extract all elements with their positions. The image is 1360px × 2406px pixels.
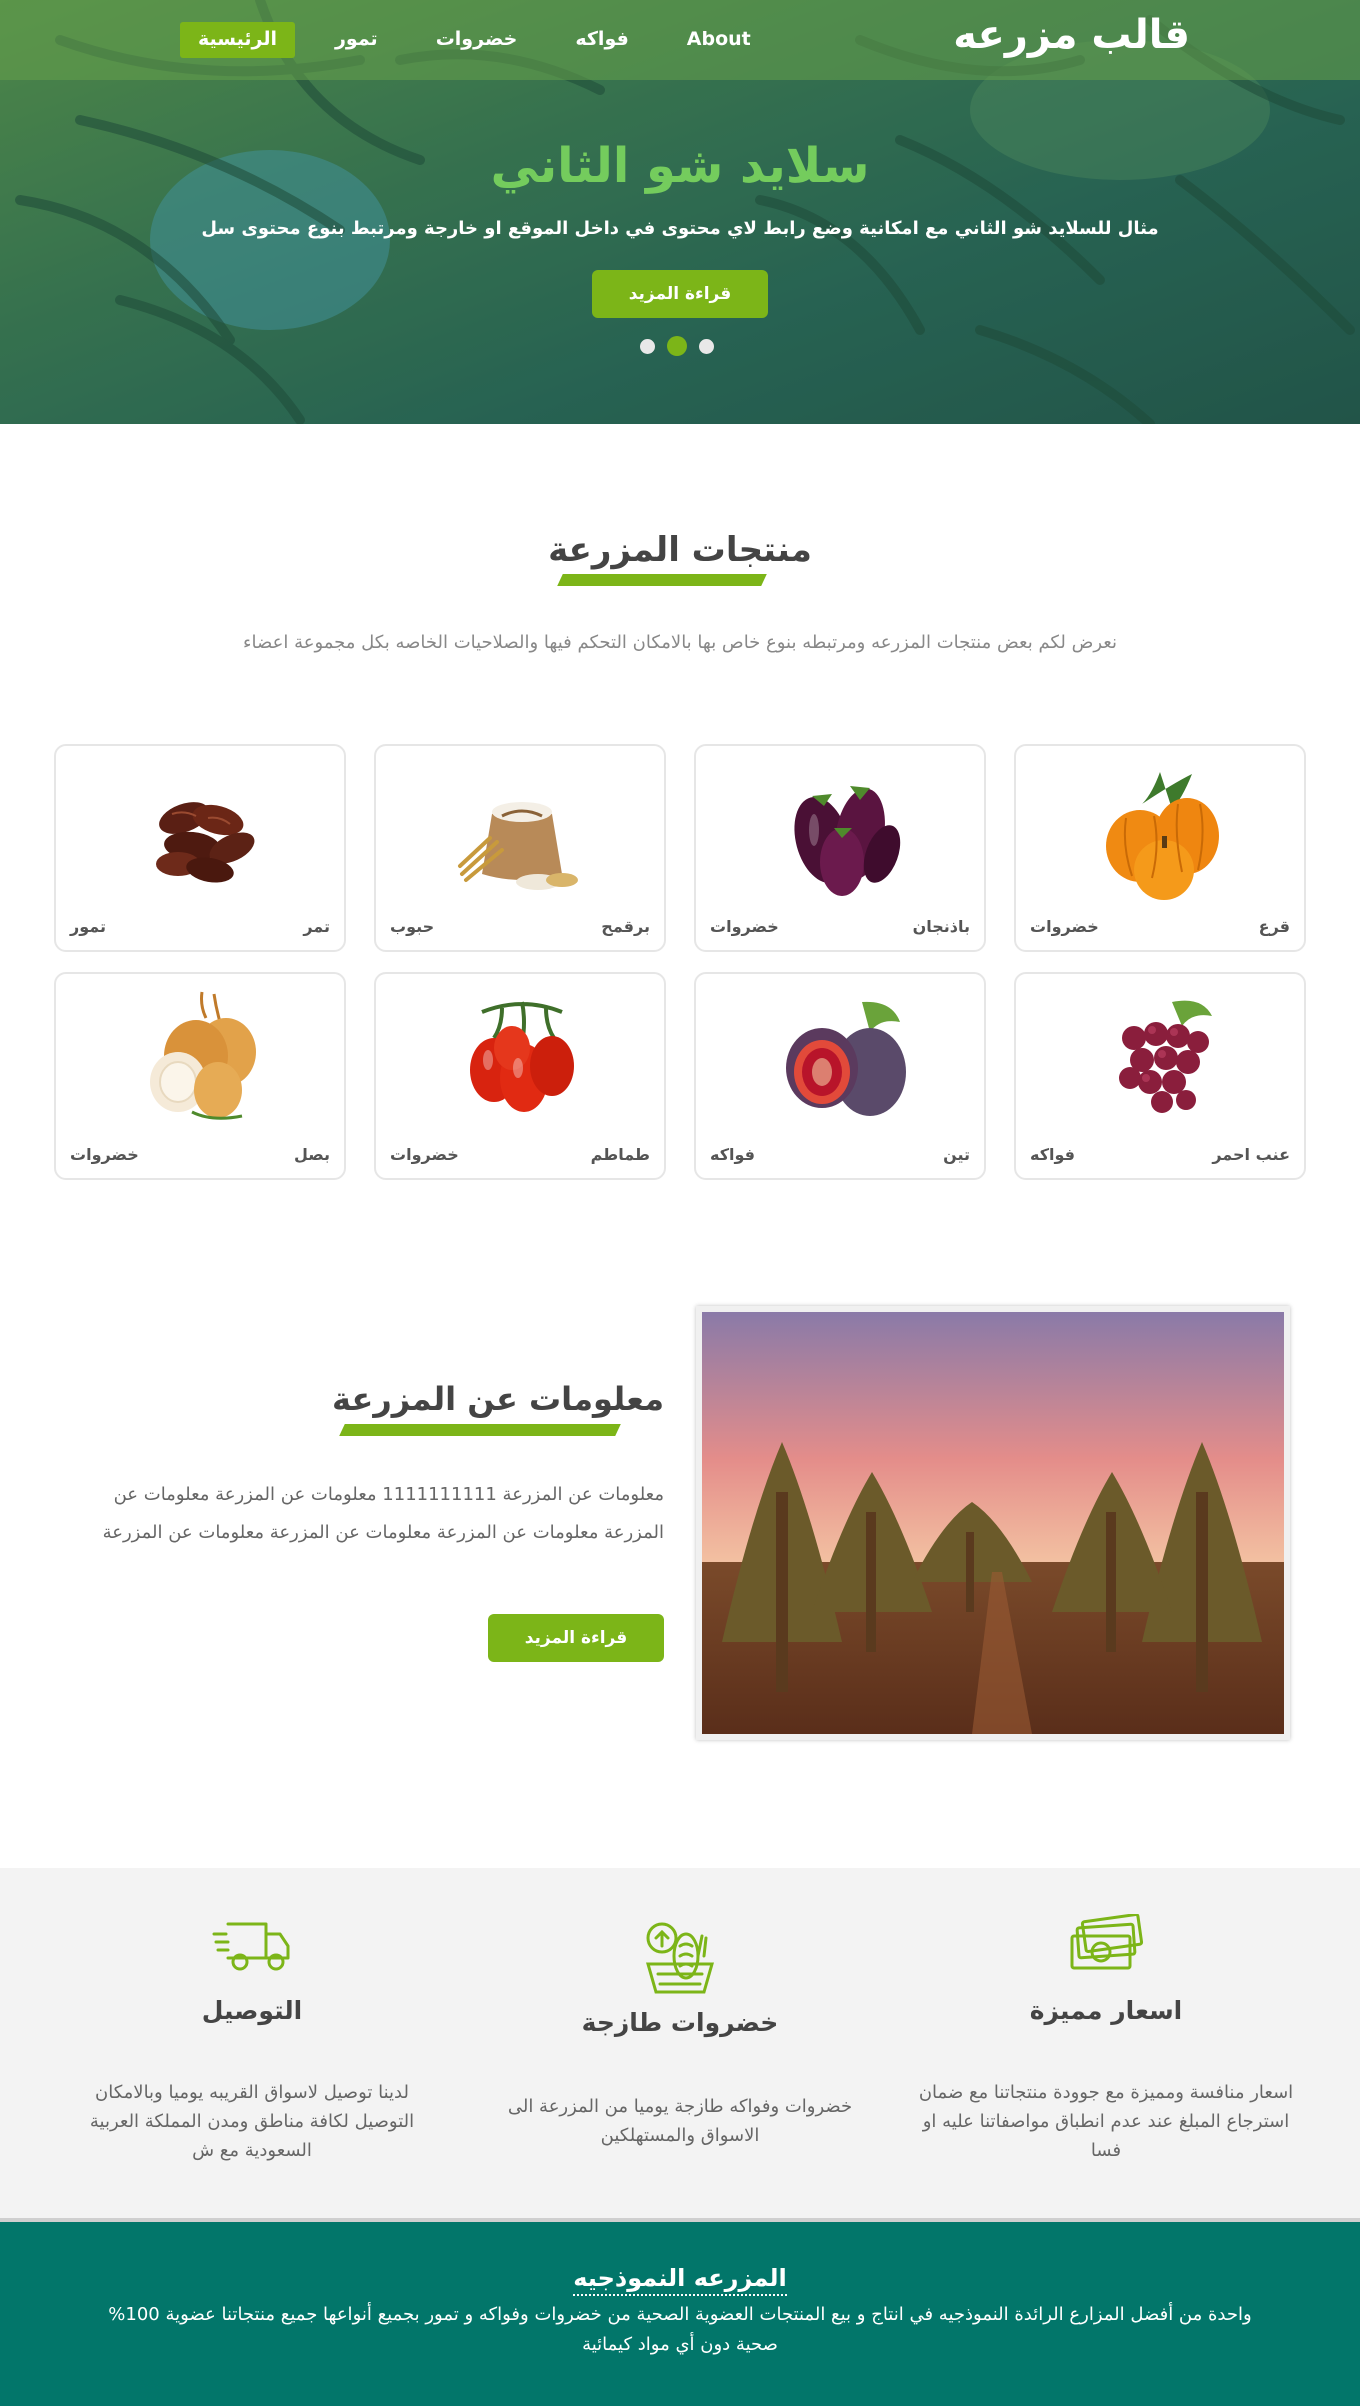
slider-dot-1[interactable] (640, 338, 655, 354)
product-category: خضروات (70, 1145, 139, 1164)
product-name: طماطم (590, 1145, 650, 1164)
product-category: تمور (70, 917, 106, 936)
products-title: منتجات المزرعة (548, 530, 812, 570)
product-name: عنب احمر (1212, 1145, 1290, 1164)
nav-item-dates[interactable]: تمور (317, 22, 396, 58)
product-category: فواكه (1030, 1145, 1075, 1164)
tomato-icon (470, 1001, 574, 1112)
feature-desc-delivery: لدينا توصيل لاسواق القريبه يوميا وبالامك… (89, 2082, 415, 2161)
money-icon (1070, 1914, 1144, 1970)
about-title-underline (339, 1424, 621, 1436)
nav-item-about[interactable]: About (669, 22, 769, 58)
vegetable-basket-icon (646, 1922, 714, 1994)
products-title-underline (557, 574, 767, 586)
product-category: فواكه (710, 1145, 755, 1164)
site-logo[interactable]: قالب مزرعه (953, 12, 1190, 58)
products-subtitle: نعرض لكم بعض منتجات المزرعه ومرتبطه بنوع… (243, 632, 1117, 653)
footer-text: واحدة من أفضل المزارع الرائدة النموذجيه … (108, 2304, 1252, 2355)
hero-title: سلايد شو الثاني (490, 138, 870, 194)
nav-item-vegetables[interactable]: خضروات (418, 22, 536, 58)
feature-title-pricing: اسعار مميزة (1029, 1996, 1183, 2025)
hero-description: مثال للسلايد شو الثاني مع امكانية وضع را… (201, 218, 1159, 239)
footer-title-text: المزرعه النموذجيه (573, 2264, 787, 2296)
pumpkin-icon (1106, 772, 1219, 900)
hero-slider: قالب مزرعه الرئيسية تمور خضروات فواكه Ab… (0, 0, 1360, 424)
product-card-tomato[interactable]: طماطم خضروات (374, 972, 666, 1180)
product-name: برقمح (601, 917, 650, 936)
feature-desc-pricing: اسعار منافسة ومميزة مع جوودة منتجاتنا مع… (918, 2082, 1294, 2161)
slider-dots (640, 336, 714, 356)
product-category: حبوب (390, 917, 435, 936)
product-card-fig[interactable]: تين فواكه (694, 972, 986, 1180)
fig-icon (786, 1001, 906, 1116)
about-read-more-button[interactable]: قراءة المزيد (488, 1614, 664, 1662)
footer-title: المزرعه النموذجيه (0, 2264, 1360, 2296)
hero-read-more-button[interactable]: قراءة المزيد (592, 270, 768, 318)
product-name: تين (943, 1145, 970, 1164)
delivery-truck-icon (212, 1922, 290, 1971)
main-nav: الرئيسية تمور خضروات فواكه About (180, 22, 769, 58)
product-card-pumpkin[interactable]: قرع خضروات (1014, 744, 1306, 952)
nav-item-fruits[interactable]: فواكه (557, 22, 646, 58)
product-category: خضروات (1030, 917, 1099, 936)
about-text: معلومات عن المزرعة 1111111111 معلومات عن… (102, 1484, 664, 1543)
product-category: خضروات (390, 1145, 459, 1164)
navbar: قالب مزرعه الرئيسية تمور خضروات فواكه Ab… (0, 0, 1360, 80)
product-name: بصل (293, 1145, 330, 1164)
date-palm-farm-image (702, 1312, 1284, 1734)
slider-dot-2[interactable] (667, 336, 687, 356)
feature-title-delivery: التوصيل (201, 1996, 303, 2025)
about-title: معلومات عن المزرعة (332, 1380, 664, 1418)
product-card-onion[interactable]: بصل خضروات (54, 972, 346, 1180)
nav-item-home[interactable]: الرئيسية (180, 22, 295, 58)
product-name: قرع (1258, 917, 1290, 936)
product-name: تمر (303, 917, 330, 936)
slider-dot-3[interactable] (699, 338, 714, 354)
product-name: باذنجان (912, 917, 970, 936)
product-card-wheat[interactable]: برقمح حبوب (374, 744, 666, 952)
feature-desc-fresh: خضروات وفواكه طازجة يوميا من المزرعة الى… (507, 2096, 853, 2146)
product-category: خضروات (710, 917, 779, 936)
farm-image (696, 1306, 1290, 1740)
features-section: اسعار مميزة اسعار منافسة ومميزة مع جوودة… (0, 1868, 1360, 2218)
dates-icon (156, 802, 255, 883)
product-card-eggplant[interactable]: باذنجان خضروات (694, 744, 986, 952)
feature-title-fresh: خضروات طازجة (581, 2008, 779, 2037)
grapes-icon (1119, 1000, 1212, 1113)
eggplant-icon (794, 786, 901, 896)
footer: المزرعه النموذجيه واحدة من أفضل المزارع … (0, 2222, 1360, 2406)
product-card-dates[interactable]: تمر تمور (54, 744, 346, 952)
product-card-red-grapes[interactable]: عنب احمر فواكه (1014, 972, 1306, 1180)
wheat-sack-icon (458, 802, 578, 890)
onion-icon (150, 991, 256, 1120)
